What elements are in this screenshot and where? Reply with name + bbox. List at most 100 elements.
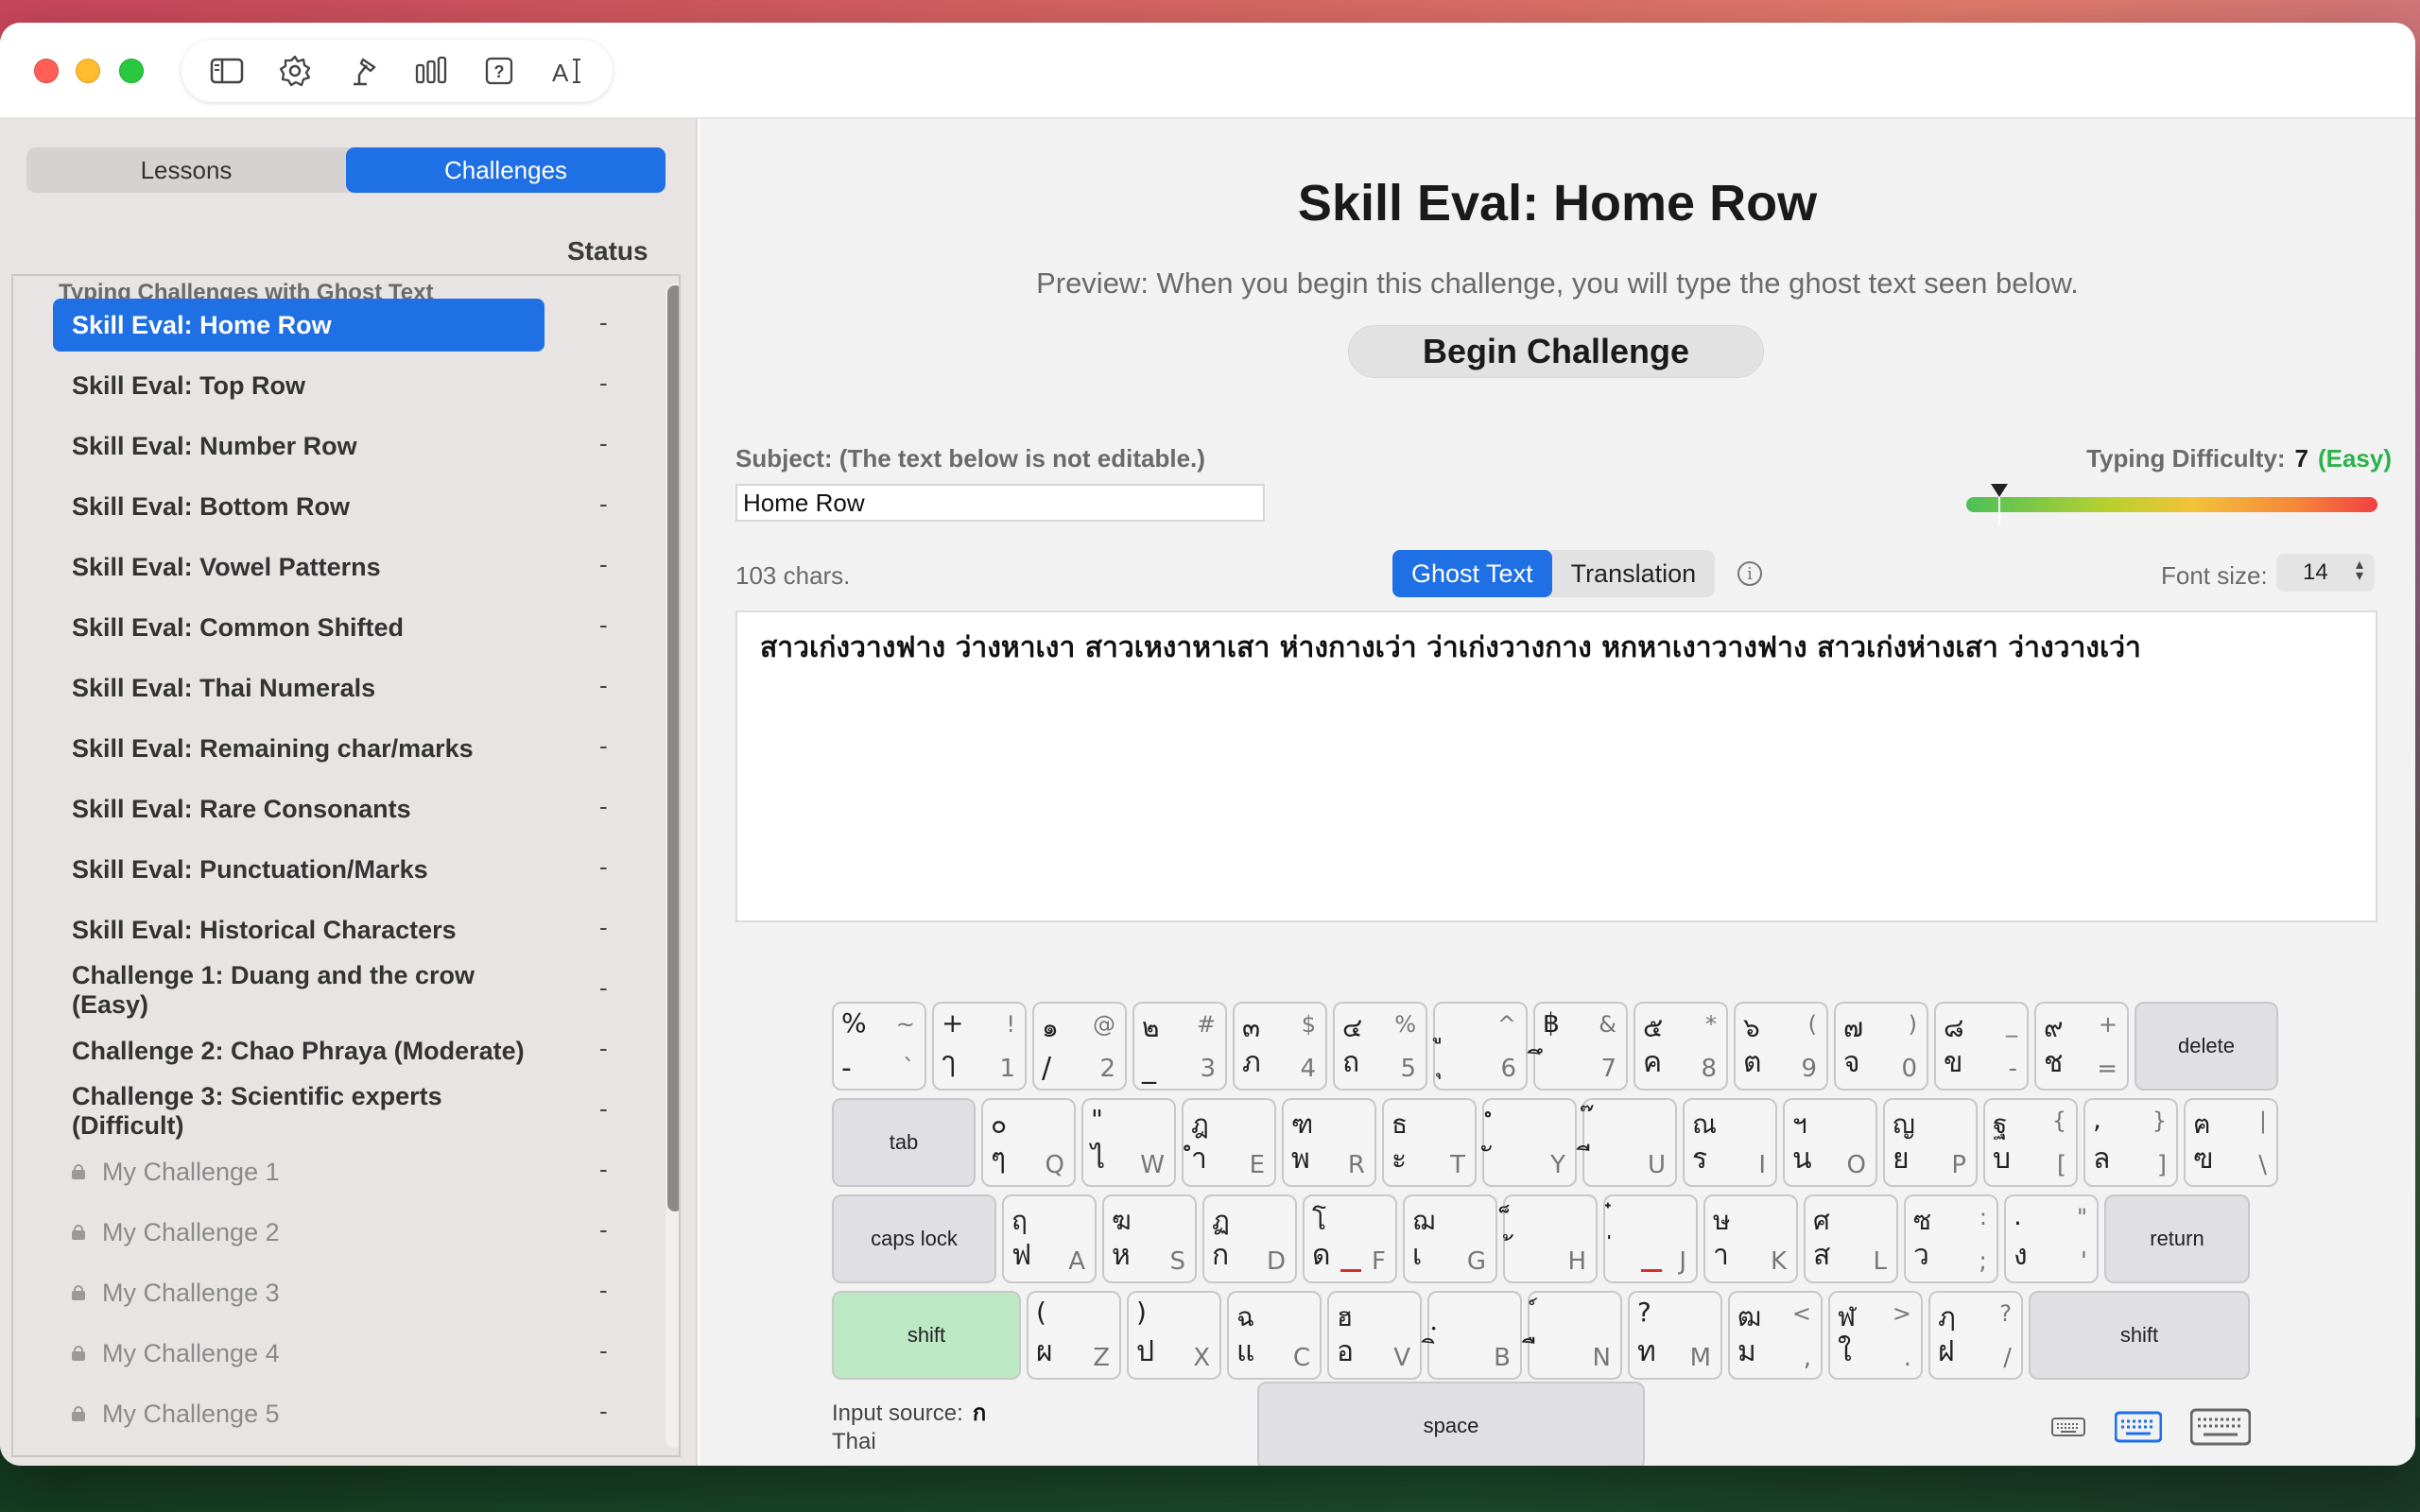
font-size-label: Font size: (2161, 561, 2268, 590)
key-6[interactable]: ู^ุ6 (1433, 1002, 1528, 1091)
key-=[interactable]: ๙ + ช = (2034, 1002, 2129, 1091)
begin-challenge-button[interactable]: Begin Challenge (1348, 325, 1764, 378)
key-w[interactable]: " ไ W (1081, 1098, 1176, 1187)
key-r[interactable]: ฑพR (1282, 1098, 1376, 1187)
key-[[interactable]: ฐ{บ[ (1983, 1098, 2078, 1187)
zoom-window-button[interactable] (119, 59, 144, 83)
keyboard-size-medium-button[interactable] (2112, 1408, 2165, 1446)
list-item[interactable]: Challenge 1: Duang and the crow (Easy) (53, 961, 544, 1019)
key-k[interactable]: ษาK (1703, 1194, 1798, 1283)
key-o[interactable]: ฯนO (1783, 1098, 1877, 1187)
tab-lessons[interactable]: Lessons (26, 147, 346, 193)
list-item-status: - (599, 308, 608, 336)
key-j[interactable]: ๋่J (1603, 1194, 1698, 1283)
list-item[interactable]: Skill Eval: Home Row (53, 299, 544, 352)
key-b[interactable]: ฺิB (1427, 1291, 1522, 1380)
keyboard-size-small-button[interactable] (2049, 1408, 2087, 1446)
typing-difficulty-word: (Easy) (2317, 444, 2392, 472)
list-item[interactable]: Challenge 3: Scientific experts (Difficu… (53, 1082, 544, 1140)
key-h[interactable]: ็้H (1503, 1194, 1598, 1283)
close-window-button[interactable] (34, 59, 59, 83)
key-c[interactable]: ฉแC (1227, 1291, 1322, 1380)
key-5[interactable]: ๔% ถ 5 (1333, 1002, 1427, 1091)
key--[interactable]: ๘ _ ข - (1934, 1002, 2029, 1091)
list-item[interactable]: My Challenge 4 (53, 1327, 544, 1380)
key-a[interactable]: ฤฟA (1002, 1194, 1097, 1283)
list-item[interactable]: Skill Eval: Thai Numerals (53, 662, 544, 714)
key-legend-br: L (1873, 1247, 1888, 1276)
list-item[interactable]: My Challenge 3 (53, 1266, 544, 1319)
key-i[interactable]: ณรI (1683, 1098, 1777, 1187)
list-item[interactable]: Skill Eval: Bottom Row (53, 480, 544, 533)
list-item[interactable]: My Challenge 2 (53, 1206, 544, 1259)
key-f[interactable]: โดF (1303, 1194, 1397, 1283)
key-2[interactable]: ๑ @ / 2 (1032, 1002, 1127, 1091)
key-8[interactable]: ๕ * ค 8 (1634, 1002, 1728, 1091)
lamp-button[interactable] (329, 44, 397, 97)
key-v[interactable]: ฮอV (1327, 1291, 1422, 1380)
minimize-window-button[interactable] (76, 59, 100, 83)
key-4[interactable]: ๓ $ ภ 4 (1233, 1002, 1327, 1091)
key-y[interactable]: ํัY (1482, 1098, 1577, 1187)
keyboard-size-large-button[interactable] (2189, 1408, 2252, 1446)
key-`[interactable]: % ~ - ` (832, 1002, 926, 1091)
key-'[interactable]: . " ง ' (2004, 1194, 2099, 1283)
key-3[interactable]: ๒ # _ 3 (1132, 1002, 1227, 1091)
space-key[interactable]: space (1257, 1382, 1645, 1466)
list-item[interactable]: Skill Eval: Top Row (53, 359, 544, 412)
key-legend-tr: % (1394, 1011, 1416, 1038)
font-size-select[interactable]: 14 ▴ ▾ (2276, 554, 2375, 592)
key-z[interactable]: (ผ Z (1027, 1291, 1121, 1380)
help-button[interactable]: ? (465, 44, 533, 97)
scrollbar-thumb[interactable] (667, 285, 679, 1211)
key-1[interactable]: +! ๅ 1 (932, 1002, 1027, 1091)
tab-key[interactable]: tab (832, 1098, 976, 1187)
key-9[interactable]: ๖(ต 9 (1734, 1002, 1828, 1091)
tab-translation[interactable]: Translation (1552, 550, 1716, 597)
shift-right-key[interactable]: shift (2029, 1291, 2250, 1380)
key-legend-br: 2 (1099, 1055, 1115, 1083)
shift-left-key[interactable]: shift (832, 1291, 1021, 1380)
settings-button[interactable] (261, 44, 329, 97)
key-s[interactable]: ฆหS (1102, 1194, 1197, 1283)
list-item[interactable]: Skill Eval: Remaining char/marks (53, 722, 544, 775)
tab-challenges[interactable]: Challenges (346, 147, 666, 193)
key-x[interactable]: ) ป X (1127, 1291, 1221, 1380)
key-.[interactable]: ฬ > ใ. (1828, 1291, 1923, 1380)
caps-lock-key[interactable]: caps lock (832, 1194, 996, 1283)
key-;[interactable]: ซ: ว; (1904, 1194, 1998, 1283)
key-][interactable]: ,} ล] (2083, 1098, 2178, 1187)
list-item[interactable]: Skill Eval: Number Row (53, 420, 544, 472)
home-key-marker (1340, 1269, 1361, 1272)
list-item[interactable]: Skill Eval: Historical Characters (53, 903, 544, 956)
key-m[interactable]: ? ท M (1628, 1291, 1722, 1380)
return-key[interactable]: return (2104, 1194, 2250, 1283)
tab-ghost-text[interactable]: Ghost Text (1392, 550, 1552, 597)
key-n[interactable]: ์ืN (1528, 1291, 1622, 1380)
key-p[interactable]: ญยP (1883, 1098, 1978, 1187)
list-item[interactable]: Skill Eval: Rare Consonants (53, 782, 544, 835)
statistics-button[interactable] (397, 44, 465, 97)
key-0[interactable]: ๗) จ 0 (1834, 1002, 1928, 1091)
key-7[interactable]: ฿&ึ7 (1533, 1002, 1628, 1091)
key-t[interactable]: ธะT (1382, 1098, 1477, 1187)
list-item[interactable]: My Challenge 1 (53, 1145, 544, 1198)
key-d[interactable]: ฏกD (1202, 1194, 1297, 1283)
list-item[interactable]: Skill Eval: Common Shifted (53, 601, 544, 654)
key-\[interactable]: ฅ | ฃ \ (2184, 1098, 2278, 1187)
list-item[interactable]: Skill Eval: Vowel Patterns (53, 541, 544, 593)
sidebar-toggle-button[interactable] (193, 44, 261, 97)
key-e[interactable]: ฎำE (1182, 1098, 1276, 1187)
key-q[interactable]: ๐ๆQ (981, 1098, 1076, 1187)
key-g[interactable]: ฌเG (1403, 1194, 1497, 1283)
text-size-button[interactable]: A (533, 44, 601, 97)
list-item[interactable]: My Challenge 5 (53, 1387, 544, 1440)
key-,[interactable]: ฒ < ม, (1728, 1291, 1823, 1380)
key-l[interactable]: ศสL (1804, 1194, 1898, 1283)
list-item[interactable]: Skill Eval: Punctuation/Marks (53, 843, 544, 896)
list-item[interactable]: Challenge 2: Chao Phraya (Moderate) (53, 1024, 544, 1077)
key-u[interactable]: ๊ีU (1582, 1098, 1677, 1187)
delete-key[interactable]: delete (2135, 1002, 2278, 1091)
key-/[interactable]: ฦ? ฝ / (1928, 1291, 2023, 1380)
info-icon[interactable]: i (1737, 561, 1762, 586)
